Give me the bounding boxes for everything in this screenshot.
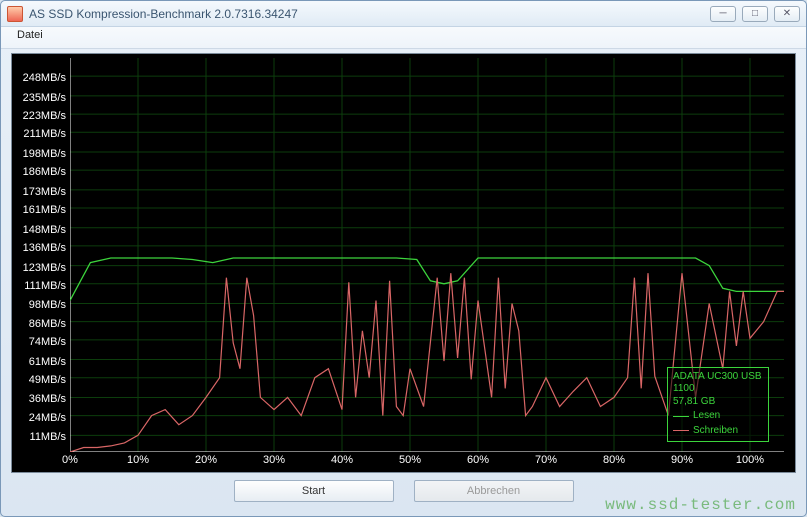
watermark: www.ssd-tester.com [605, 496, 796, 514]
y-tick-label: 148MB/s [23, 224, 66, 236]
x-tick-label: 60% [467, 454, 489, 466]
minimize-button[interactable]: ─ [710, 6, 736, 22]
maximize-button[interactable]: □ [742, 6, 768, 22]
y-tick-label: 123MB/s [23, 262, 66, 274]
legend: ADATA UC300 USB 1100 57,81 GB Lesen Schr… [667, 367, 769, 443]
legend-read-swatch [673, 416, 689, 417]
y-tick-label: 136MB/s [23, 242, 66, 254]
y-tick-label: 111MB/s [24, 280, 66, 292]
y-tick-label: 211MB/s [23, 128, 66, 140]
start-button[interactable]: Start [234, 480, 394, 502]
x-tick-label: 80% [603, 454, 625, 466]
x-tick-label: 20% [195, 454, 217, 466]
y-tick-label: 86MB/s [29, 318, 66, 330]
x-tick-label: 90% [671, 454, 693, 466]
y-tick-label: 24MB/s [29, 412, 66, 424]
window-controls: ─ □ ✕ [710, 6, 800, 22]
titlebar[interactable]: AS SSD Kompression-Benchmark 2.0.7316.34… [1, 1, 806, 27]
y-tick-label: 186MB/s [23, 166, 66, 178]
close-button[interactable]: ✕ [774, 6, 800, 22]
x-tick-label: 10% [127, 454, 149, 466]
x-tick-label: 0% [62, 454, 78, 466]
x-tick-label: 100% [736, 454, 764, 466]
x-tick-label: 40% [331, 454, 353, 466]
app-icon [7, 6, 23, 22]
window-title: AS SSD Kompression-Benchmark 2.0.7316.34… [29, 7, 710, 21]
y-tick-label: 49MB/s [29, 374, 66, 386]
y-tick-label: 223MB/s [23, 110, 66, 122]
chart-area: 11MB/s 24MB/s 36MB/s 49MB/s 61MB/s 74MB/s 86MB… [11, 53, 796, 473]
y-tick-label: 198MB/s [23, 148, 66, 160]
y-tick-label: 161MB/s [23, 204, 66, 216]
y-tick-label: 248MB/s [23, 72, 66, 84]
y-tick-label: 173MB/s [23, 186, 66, 198]
legend-device: ADATA UC300 USB 1100 [673, 371, 763, 396]
menu-file[interactable]: Datei [11, 27, 49, 43]
series-read-line [70, 258, 784, 301]
legend-write-label: Schreiben [693, 425, 738, 438]
x-axis-labels: 0%10%20%30%40%50%60%70%80%90%100% [70, 454, 784, 470]
x-tick-label: 70% [535, 454, 557, 466]
y-tick-label: 11MB/s [30, 431, 66, 443]
app-window: AS SSD Kompression-Benchmark 2.0.7316.34… [0, 0, 807, 517]
y-tick-label: 235MB/s [23, 92, 66, 104]
y-tick-label: 61MB/s [29, 356, 66, 368]
x-tick-label: 50% [399, 454, 421, 466]
y-axis-labels: 11MB/s 24MB/s 36MB/s 49MB/s 61MB/s 74MB/s 86MB… [16, 58, 68, 452]
menubar: Datei [1, 27, 806, 49]
legend-size: 57,81 GB [673, 396, 763, 409]
legend-write-swatch [673, 430, 689, 431]
y-tick-label: 74MB/s [29, 336, 66, 348]
x-tick-label: 30% [263, 454, 285, 466]
cancel-button: Abbrechen [414, 480, 574, 502]
y-tick-label: 36MB/s [29, 393, 66, 405]
y-tick-label: 98MB/s [29, 299, 66, 311]
legend-read-label: Lesen [693, 410, 720, 423]
